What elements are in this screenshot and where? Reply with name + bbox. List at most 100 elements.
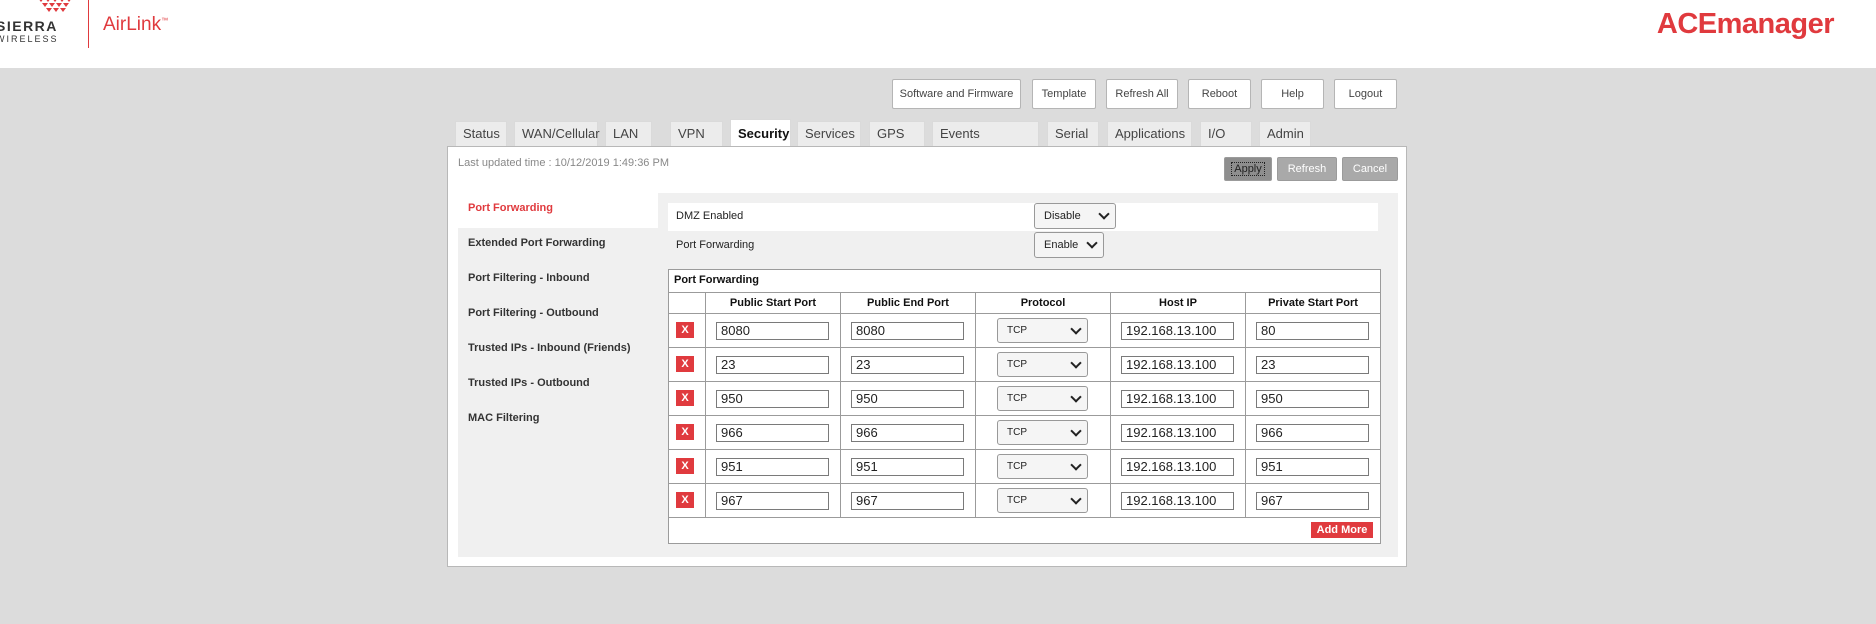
host-ip-input[interactable]: 192.168.13.100 (1121, 424, 1234, 442)
tab-io[interactable]: I/O (1200, 121, 1252, 147)
sidebar-item-port-forwarding[interactable]: Port Forwarding (458, 193, 658, 228)
table-row: X (669, 415, 705, 449)
private-start-port-input[interactable]: 950 (1256, 390, 1369, 408)
table-cell: 80 (1245, 313, 1380, 347)
protocol-value: TCP (1007, 359, 1027, 370)
dmz-enabled-select[interactable]: Disable (1034, 203, 1116, 229)
table-cell: 950 (840, 381, 975, 415)
port-forwarding-row: Port Forwarding Enable (668, 232, 1378, 260)
sidebar-item-port-filtering-inbound[interactable]: Port Filtering - Inbound (458, 263, 658, 298)
security-sidebar: Port Forwarding Extended Port Forwarding… (458, 193, 658, 557)
add-more-button[interactable]: Add More (1311, 522, 1373, 538)
delete-row-button[interactable]: X (676, 322, 694, 338)
airlink-brand-text: AirLink (103, 14, 162, 35)
protocol-value: TCP (1007, 495, 1027, 506)
table-row: X (669, 381, 705, 415)
public-start-port-input[interactable]: 951 (716, 458, 829, 476)
tab-events-reporting[interactable]: Events Reporting (932, 121, 1039, 165)
protocol-select[interactable]: TCP (997, 318, 1088, 343)
table-cell: 192.168.13.100 (1110, 313, 1245, 347)
sidebar-item-extended-port-forwarding[interactable]: Extended Port Forwarding (458, 228, 658, 263)
dmz-enabled-row: DMZ Enabled Disable (668, 203, 1378, 231)
public-start-port-input[interactable]: 966 (716, 424, 829, 442)
private-start-port-input[interactable]: 80 (1256, 322, 1369, 340)
public-end-port-input[interactable]: 951 (851, 458, 964, 476)
private-start-port-input[interactable]: 967 (1256, 492, 1369, 510)
private-start-port-input[interactable]: 966 (1256, 424, 1369, 442)
public-end-port-input[interactable]: 8080 (851, 322, 964, 340)
delete-row-button[interactable]: X (676, 424, 694, 440)
tab-admin[interactable]: Admin (1259, 121, 1311, 147)
tab-services[interactable]: Services (797, 121, 861, 147)
sidebar-item-trusted-ips-outbound[interactable]: Trusted IPs - Outbound (458, 368, 658, 403)
apply-button[interactable]: Apply (1224, 157, 1272, 181)
table-cell: 950 (705, 381, 840, 415)
public-end-port-input[interactable]: 966 (851, 424, 964, 442)
table-cell: 8080 (840, 313, 975, 347)
tab-lan[interactable]: LAN (605, 121, 652, 147)
refresh-all-button[interactable]: Refresh All (1106, 79, 1178, 109)
protocol-select[interactable]: TCP (997, 352, 1088, 377)
private-start-port-input[interactable]: 23 (1256, 356, 1369, 374)
host-ip-input[interactable]: 192.168.13.100 (1121, 492, 1234, 510)
table-cell: 8080 (705, 313, 840, 347)
protocol-select[interactable]: TCP (997, 454, 1088, 479)
table-cell: 951 (705, 449, 840, 483)
table-row: X (669, 313, 705, 347)
cancel-button[interactable]: Cancel (1342, 157, 1398, 181)
delete-row-button[interactable]: X (676, 492, 694, 508)
logout-button[interactable]: Logout (1334, 79, 1397, 109)
public-start-port-input[interactable]: 950 (716, 390, 829, 408)
host-ip-input[interactable]: 192.168.13.100 (1121, 356, 1234, 374)
port-forwarding-select[interactable]: Enable (1034, 232, 1104, 258)
table-row: X (669, 483, 705, 517)
protocol-select[interactable]: TCP (997, 488, 1088, 513)
delete-row-button[interactable]: X (676, 458, 694, 474)
table-cell: 967 (705, 483, 840, 517)
protocol-value: TCP (1007, 461, 1027, 472)
protocol-select[interactable]: TCP (997, 386, 1088, 411)
host-ip-input[interactable]: 192.168.13.100 (1121, 458, 1234, 476)
delete-row-button[interactable]: X (676, 390, 694, 406)
tab-serial[interactable]: Serial (1047, 121, 1099, 147)
host-ip-input[interactable]: 192.168.13.100 (1121, 322, 1234, 340)
host-ip-input[interactable]: 192.168.13.100 (1121, 390, 1234, 408)
tab-wan-cellular[interactable]: WAN/Cellular (514, 121, 600, 147)
sidebar-item-port-filtering-outbound[interactable]: Port Filtering - Outbound (458, 298, 658, 333)
private-start-port-input[interactable]: 951 (1256, 458, 1369, 476)
table-cell: TCP (975, 415, 1110, 449)
public-end-port-input[interactable]: 23 (851, 356, 964, 374)
public-end-port-input[interactable]: 967 (851, 492, 964, 510)
tab-security[interactable]: Security (730, 119, 791, 147)
sidebar-item-mac-filtering[interactable]: MAC Filtering (458, 403, 658, 438)
software-firmware-button[interactable]: Software and Firmware (892, 79, 1021, 109)
dmz-enabled-label: DMZ Enabled (676, 210, 744, 222)
reboot-button[interactable]: Reboot (1188, 79, 1251, 109)
template-button[interactable]: Template (1032, 79, 1096, 109)
wireless-brand-text: WIRELESS (0, 34, 59, 44)
port-forwarding-content: DMZ Enabled Disable Port Forwarding Enab… (658, 193, 1398, 557)
table-footer: Add More (669, 517, 1380, 543)
public-start-port-input[interactable]: 8080 (716, 322, 829, 340)
table-cell: TCP (975, 483, 1110, 517)
port-forwarding-table: Port Forwarding Public Start Port Public… (668, 269, 1381, 544)
help-button[interactable]: Help (1261, 79, 1324, 109)
table-cell: 966 (705, 415, 840, 449)
protocol-select[interactable]: TCP (997, 420, 1088, 445)
public-start-port-input[interactable]: 967 (716, 492, 829, 510)
table-cell: 23 (705, 347, 840, 381)
sidebar-item-trusted-ips-inbound[interactable]: Trusted IPs - Inbound (Friends) (458, 333, 658, 368)
table-title: Port Forwarding (674, 274, 759, 286)
dmz-enabled-value: Disable (1044, 210, 1081, 222)
tab-vpn[interactable]: VPN (670, 121, 723, 147)
refresh-button[interactable]: Refresh (1277, 157, 1337, 181)
tab-gps[interactable]: GPS (869, 121, 925, 147)
delete-row-button[interactable]: X (676, 356, 694, 372)
tab-applications[interactable]: Applications (1107, 121, 1192, 147)
public-start-port-input[interactable]: 23 (716, 356, 829, 374)
tab-status[interactable]: Status (455, 121, 507, 147)
table-cell: 23 (1245, 347, 1380, 381)
public-end-port-input[interactable]: 950 (851, 390, 964, 408)
chevron-down-icon (1087, 240, 1095, 248)
table-cell: 951 (840, 449, 975, 483)
